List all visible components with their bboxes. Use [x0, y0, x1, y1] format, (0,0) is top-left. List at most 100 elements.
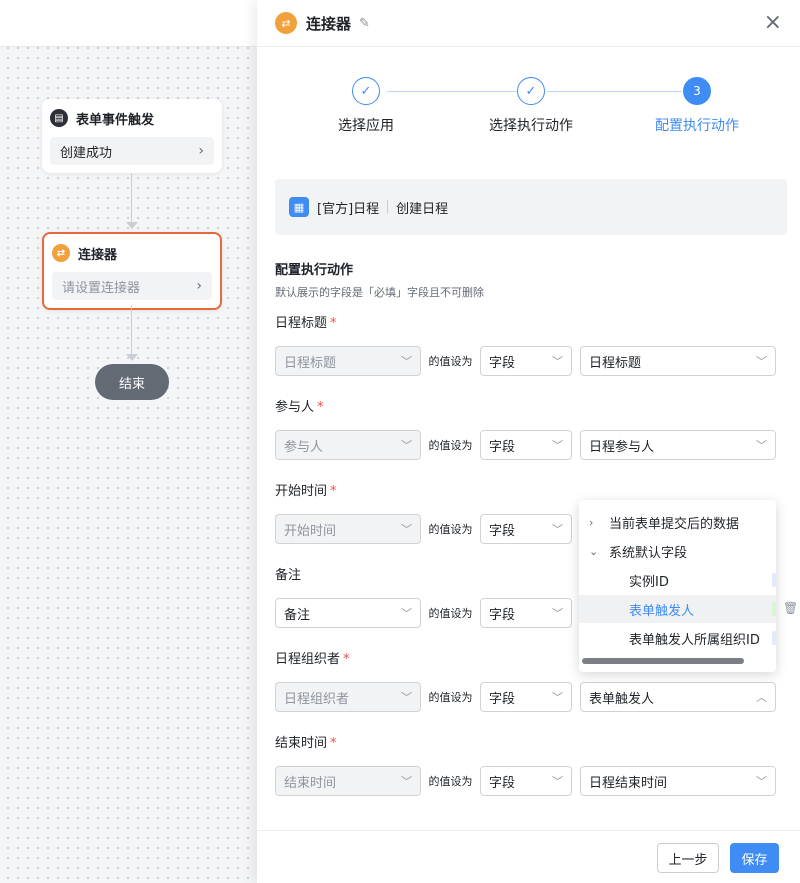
check-icon: ✓ [517, 77, 545, 105]
value-select[interactable]: 日程标题 ﹀ [580, 346, 776, 376]
chevron-down-icon: ﹀ [552, 355, 563, 368]
dropdown-group-label: 当前表单提交后的数据 [609, 516, 740, 532]
flow-connector [131, 173, 132, 223]
trash-icon[interactable]: 🗑 [783, 601, 798, 615]
drawer-header: ⇄ 连接器 ✎ × [257, 0, 800, 47]
target-field-select: 结束时间 ﹀ [275, 766, 421, 796]
connector-node-body[interactable]: 请设置连接器 › [52, 272, 212, 300]
connector-icon: ⇄ [275, 12, 297, 34]
target-field-select: 日程组织者 ﹀ [275, 682, 421, 712]
target-field-select: 开始时间 ﹀ [275, 514, 421, 544]
field-type-tag [772, 573, 776, 587]
flow-canvas[interactable]: ▤ 表单事件触发 创建成功 › ⇄ 连接器 请设置连接器 › 结束 [0, 0, 257, 883]
field-label-text: 日程组织者 [275, 652, 341, 667]
trigger-node-event: 创建成功 [60, 145, 113, 161]
connector-node[interactable]: ⇄ 连接器 请设置连接器 › [42, 232, 222, 310]
field-label: 结束时间 * [275, 732, 785, 752]
dropdown-item-instance-id[interactable]: 实例ID [579, 566, 776, 594]
field-mapping-row: 日程标题 ﹀ 的值设为 字段 ﹀ 日程标题 ﹀ [275, 346, 785, 376]
field-label-text: 结束时间 [275, 736, 328, 751]
value-type-select[interactable]: 字段 ﹀ [480, 766, 572, 796]
chevron-down-icon: ﹀ [552, 439, 563, 452]
trigger-node-body[interactable]: 创建成功 › [50, 137, 214, 165]
dropdown-group-form-data[interactable]: › 当前表单提交后的数据 [579, 508, 776, 536]
value-type-select[interactable]: 字段 ﹀ [480, 514, 572, 544]
select-value: 日程组织者 [284, 691, 350, 707]
dropdown-group-system-fields[interactable]: ⌄ 系统默认字段 [579, 537, 776, 565]
field-mapping-row: 结束时间 ﹀ 的值设为 字段 ﹀ 日程结束时间 ﹀ [275, 766, 785, 796]
dropdown-item-label: 表单触发人所属组织ID [629, 632, 760, 648]
field-label-text: 参与人 [275, 400, 315, 415]
trigger-node-title: 表单事件触发 [76, 112, 155, 128]
trigger-node[interactable]: ▤ 表单事件触发 创建成功 › [42, 99, 222, 173]
arrow-down-icon [126, 222, 138, 229]
divider [387, 200, 389, 214]
value-select[interactable]: 日程结束时间 ﹀ [580, 766, 776, 796]
target-field-select[interactable]: 备注 ﹀ [275, 598, 421, 628]
field-label-text: 备注 [275, 568, 302, 583]
step-select-app: ✓ 选择应用 [301, 77, 431, 135]
chevron-down-icon: ﹀ [552, 523, 563, 536]
horizontal-scrollbar[interactable] [582, 658, 744, 664]
set-to-label: 的值设为 [428, 691, 473, 704]
dropdown-group-label: 系统默认字段 [609, 545, 688, 561]
chevron-right-icon: › [589, 515, 594, 529]
dropdown-item-trigger-user-org-id[interactable]: 表单触发人所属组织ID [579, 624, 776, 652]
save-button[interactable]: 保存 [730, 843, 779, 873]
set-to-label: 的值设为 [428, 355, 473, 368]
value-select[interactable]: 日程参与人 ﹀ [580, 430, 776, 460]
field-mapping-row: 日程组织者 ﹀ 的值设为 字段 ﹀ 表单触发人 ︿ [275, 682, 785, 712]
select-value: 开始时间 [284, 523, 337, 539]
select-value: 字段 [489, 775, 516, 791]
connector-drawer: ⇄ 连接器 ✎ × ✓ 选择应用 ✓ 选择执行动作 3 配置执行动作 ▦ [官方… [257, 0, 800, 883]
value-select-open[interactable]: 表单触发人 ︿ [580, 682, 776, 712]
value-type-select[interactable]: 字段 ﹀ [480, 430, 572, 460]
step-label: 选择应用 [338, 118, 394, 134]
section-title: 配置执行动作 [275, 263, 354, 278]
select-value: 日程参与人 [589, 439, 655, 455]
dropdown-item-form-trigger-user[interactable]: 表单触发人 [579, 595, 776, 623]
close-icon[interactable]: × [764, 12, 782, 34]
step-number: 3 [683, 77, 711, 105]
connector-node-header: ⇄ 连接器 [52, 242, 212, 264]
chevron-down-icon: ﹀ [401, 355, 412, 368]
value-type-select[interactable]: 字段 ﹀ [480, 346, 572, 376]
set-to-label: 的值设为 [428, 775, 473, 788]
chevron-down-icon: ﹀ [401, 607, 412, 620]
form-icon: ▤ [50, 109, 68, 127]
select-value: 字段 [489, 691, 516, 707]
selected-app-summary: ▦ [官方]日程 创建日程 [275, 179, 787, 235]
chevron-down-icon: ﹀ [401, 775, 412, 788]
step-label: 配置执行动作 [655, 118, 739, 134]
required-mark: * [317, 400, 324, 415]
select-value: 参与人 [284, 439, 324, 455]
field-label: 开始时间 * [275, 480, 785, 500]
value-type-select[interactable]: 字段 ﹀ [480, 598, 572, 628]
step-configure-action: 3 配置执行动作 [632, 77, 762, 135]
edit-icon[interactable]: ✎ [359, 16, 370, 31]
app-name: [官方]日程 [317, 201, 380, 217]
drawer-title: 连接器 [306, 14, 352, 33]
end-node[interactable]: 结束 [95, 364, 169, 400]
select-value: 字段 [489, 439, 516, 455]
field-picker-dropdown: › 当前表单提交后的数据 ⌄ 系统默认字段 实例ID 表单触发人 表单触发人所属… [579, 500, 776, 672]
chevron-down-icon: ﹀ [552, 607, 563, 620]
section-description: 默认展示的字段是「必填」字段且不可删除 [275, 286, 484, 299]
step-label: 选择执行动作 [489, 118, 573, 134]
select-value: 日程标题 [284, 355, 337, 371]
chevron-down-icon: ﹀ [756, 439, 767, 452]
select-value: 日程结束时间 [589, 775, 668, 791]
chevron-down-icon: ⌄ [589, 544, 599, 558]
step-select-action: ✓ 选择执行动作 [466, 77, 596, 135]
select-value: 字段 [489, 607, 516, 623]
field-participants: 参与人 * 参与人 ﹀ 的值设为 字段 ﹀ 日程参与人 ﹀ [275, 396, 785, 460]
target-field-select: 参与人 ﹀ [275, 430, 421, 460]
arrow-down-icon [126, 354, 138, 361]
dropdown-item-label: 实例ID [629, 574, 669, 590]
value-type-select[interactable]: 字段 ﹀ [480, 682, 572, 712]
chevron-down-icon: ﹀ [401, 691, 412, 704]
field-type-tag [772, 602, 776, 616]
select-value: 结束时间 [284, 775, 337, 791]
chevron-down-icon: ﹀ [552, 691, 563, 704]
previous-step-button[interactable]: 上一步 [657, 843, 719, 873]
